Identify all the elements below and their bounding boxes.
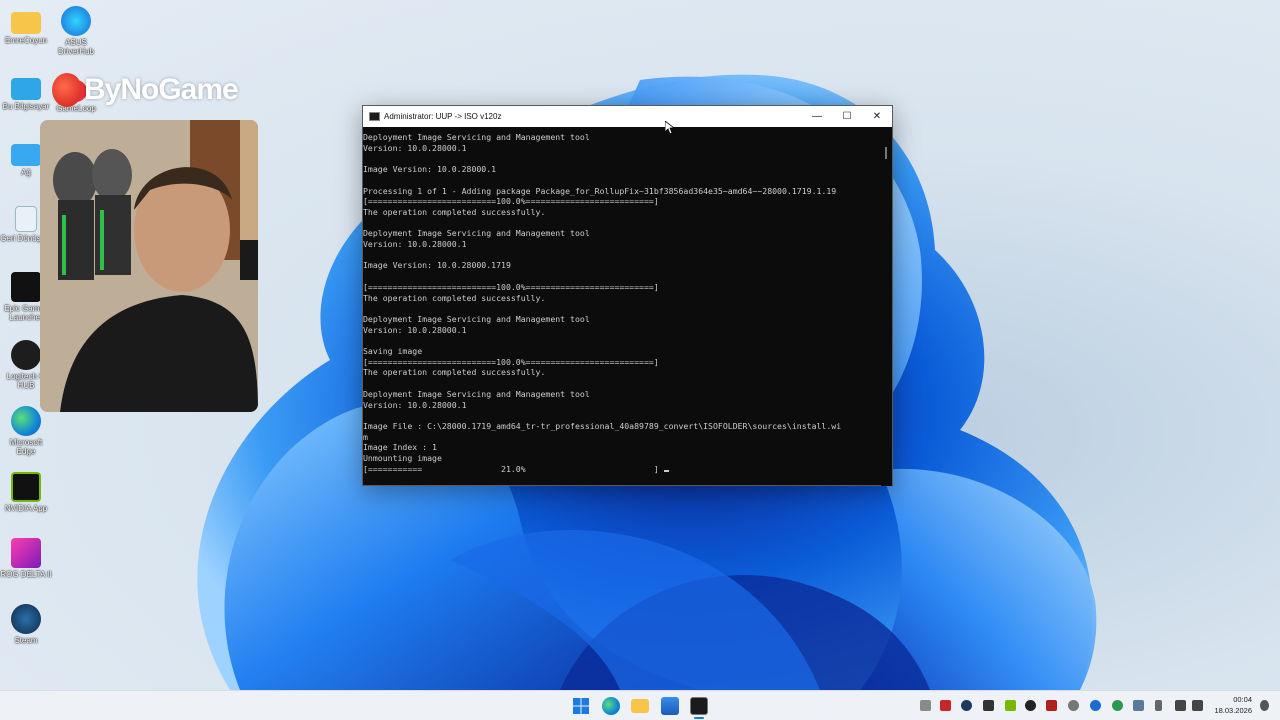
tray-settings-icon[interactable] [1068,700,1079,711]
close-button[interactable]: ✕ [862,106,892,127]
tray-pen-icon[interactable] [920,700,931,711]
console-line: Version: 10.0.28000.1 [363,239,467,250]
desktop-icon-rog-delta[interactable]: ROG DELTA II [0,538,52,579]
console-line: [==========================100.0%=======… [363,281,659,292]
tray-microphone-icon[interactable] [1155,700,1162,711]
desktop-icon-bu-bilgisayar[interactable]: Bu Bilgisayar [0,74,52,111]
cmd-app-icon [369,112,380,121]
tray-sync-icon[interactable] [1112,700,1123,711]
console-line: [==========================100.0%=======… [363,196,659,207]
taskbar-store-icon[interactable] [661,697,679,715]
console-line: [==========================100.0%=======… [363,356,659,367]
recycle-bin-icon [15,206,37,232]
notification-bell-icon[interactable] [1260,700,1269,711]
steam-icon [11,604,41,634]
taskbar-clock[interactable]: 00:04 18.03.2026 [1214,694,1252,716]
tray-rog-icon[interactable] [1025,700,1036,711]
console-line: Image File : C:\28000.1719_amd64_tr-tr_p… [363,420,842,431]
brand-text: ByNoGame [84,73,239,106]
console-line: Deployment Image Servicing and Managemen… [363,388,590,399]
maximize-button[interactable]: ☐ [832,106,862,127]
desktop-icon-asus-driverhub[interactable]: ASUS DriverHub [50,6,102,56]
console-line: Processing 1 of 1 - Adding package Packa… [363,185,837,196]
asus-driverhub-icon [61,6,91,36]
cmd-window[interactable]: Administrator: UUP -> ISO v120z — ☐ ✕ De… [362,105,893,486]
console-line: Saving image [363,346,423,357]
tray-wifi-icon[interactable] [1175,700,1186,711]
webcam-overlay [40,120,258,412]
tray-bluetooth-icon[interactable] [1090,700,1101,711]
console-line: The operation completed successfully. [363,292,546,303]
desktop-icon-emrecoyun[interactable]: EmreCoyun [0,8,52,45]
taskbar: 00:04 18.03.2026 [0,690,1280,720]
start-button[interactable] [572,697,590,715]
folder-icon [11,12,41,34]
text-cursor [663,469,669,472]
mouse-pointer-icon [665,121,675,135]
taskbar-active-indicator [694,717,704,719]
console-line: Version: 10.0.28000.1 [363,324,467,335]
console-line: Deployment Image Servicing and Managemen… [363,313,590,324]
console-line: The operation completed successfully. [363,367,546,378]
desktop-icon-steam[interactable]: Steam [0,604,52,645]
taskbar-edge-icon[interactable] [602,697,620,715]
scrollbar-thumb[interactable] [885,147,887,159]
logitech-ghub-icon [11,340,41,370]
nvidia-icon [11,472,41,502]
desktop-icon-nvidia-app[interactable]: NVIDIA App [0,472,52,513]
console-line: Deployment Image Servicing and Managemen… [363,132,590,142]
console-output[interactable]: Deployment Image Servicing and Managemen… [363,127,882,486]
clock-time: 00:04 [1233,695,1252,704]
cmd-titlebar[interactable]: Administrator: UUP -> ISO v120z — ☐ ✕ [363,106,892,127]
network-icon [11,144,41,166]
console-line: Image Index : 1 [363,442,437,453]
desktop-icon-microsoft-edge[interactable]: Microsoft Edge [0,406,52,456]
window-title: Administrator: UUP -> ISO v120z [384,112,502,121]
brand-watermark: ByNoGame [52,70,239,110]
console-line: Deployment Image Servicing and Managemen… [363,228,590,239]
tray-steam-icon[interactable] [961,700,972,711]
taskbar-file-explorer-icon[interactable] [631,699,649,713]
console-line: Image Version: 10.0.28000.1719 [363,260,511,271]
console-line: The operation completed successfully. [363,206,546,217]
tray-gear-icon[interactable] [1046,700,1057,711]
tray-network-icon[interactable] [1133,700,1144,711]
windows-logo-icon [573,698,589,714]
epic-games-icon [11,272,41,302]
tray-volume-icon[interactable] [1192,700,1203,711]
console-line: m [363,431,368,442]
clock-date: 18.03.2026 [1214,706,1252,715]
tray-nvidia-icon[interactable] [1005,700,1016,711]
tray-monitor-icon[interactable] [983,700,994,711]
webcam-person-image [40,120,258,412]
tray-app-icon[interactable] [940,700,951,711]
edge-icon [11,406,41,436]
taskbar-terminal-icon[interactable] [690,697,708,715]
console-line: Version: 10.0.28000.1 [363,399,467,410]
computer-icon [11,78,41,100]
minimize-button[interactable]: — [802,106,832,127]
console-line: Image Version: 10.0.28000.1 [363,164,497,175]
console-line: Version: 10.0.28000.1 [363,142,467,153]
console-line: Unmounting image [363,453,442,464]
console-scrollbar[interactable] [881,127,892,486]
rog-delta-icon [11,538,41,568]
console-line: [=========== 21.0% ] [363,464,882,475]
brand-logo-icon [52,73,82,107]
